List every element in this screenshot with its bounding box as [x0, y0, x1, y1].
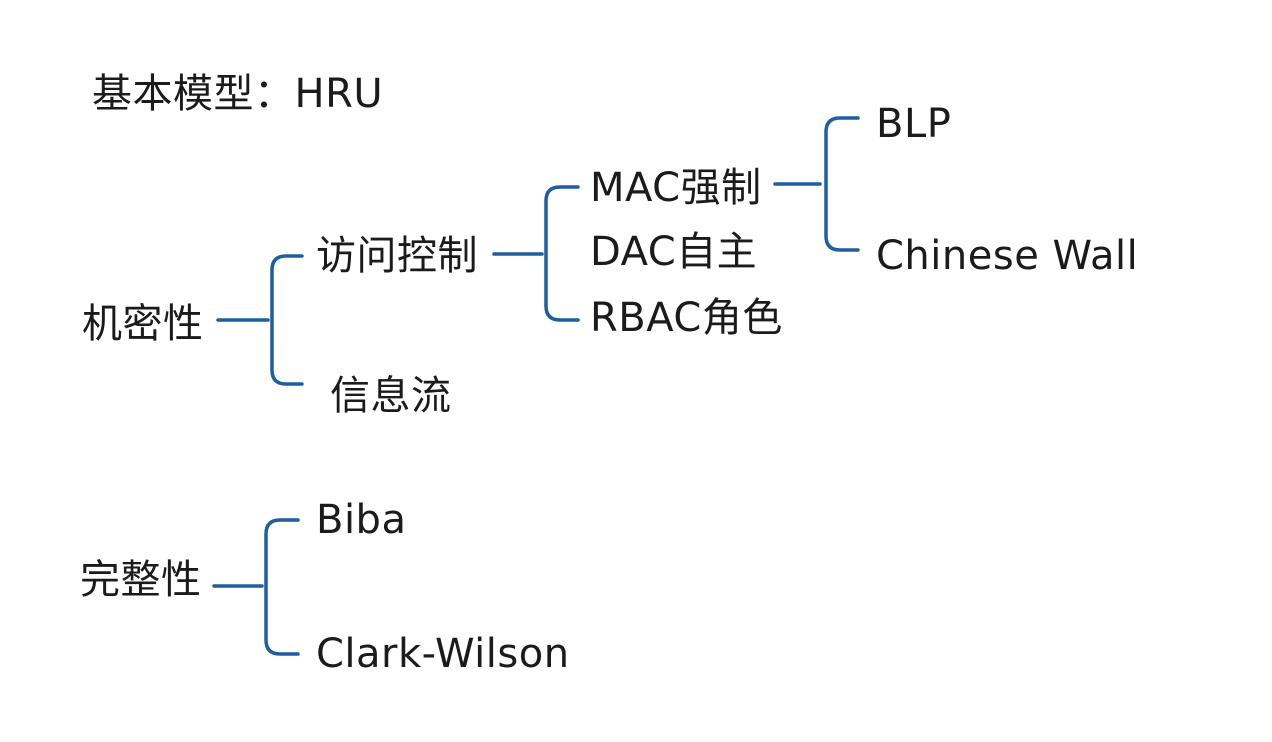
access-control-node: 访问控制: [316, 233, 478, 279]
basic-model-heading: 基本模型：HRU: [92, 71, 384, 117]
dac-node: DAC自主: [590, 229, 758, 275]
model-tree-diagram: 基本模型：HRU 机密性 访问控制 信息流 MAC强制 DAC自主 RBAC角色…: [0, 0, 1272, 742]
rbac-node: RBAC角色: [590, 295, 783, 341]
chinese-wall-node: Chinese Wall: [876, 233, 1139, 279]
confidentiality-bracket: [270, 254, 304, 386]
integrity-node: 完整性: [80, 557, 202, 603]
mac-bracket: [824, 116, 860, 252]
integrity-bracket: [264, 518, 300, 656]
mac-node: MAC强制: [590, 165, 762, 211]
biba-node: Biba: [316, 497, 407, 543]
blp-node: BLP: [876, 101, 952, 147]
access-control-bracket: [544, 185, 580, 322]
confidentiality-node: 机密性: [82, 301, 204, 347]
information-flow-node: 信息流: [330, 373, 452, 419]
clark-wilson-node: Clark-Wilson: [316, 631, 570, 677]
